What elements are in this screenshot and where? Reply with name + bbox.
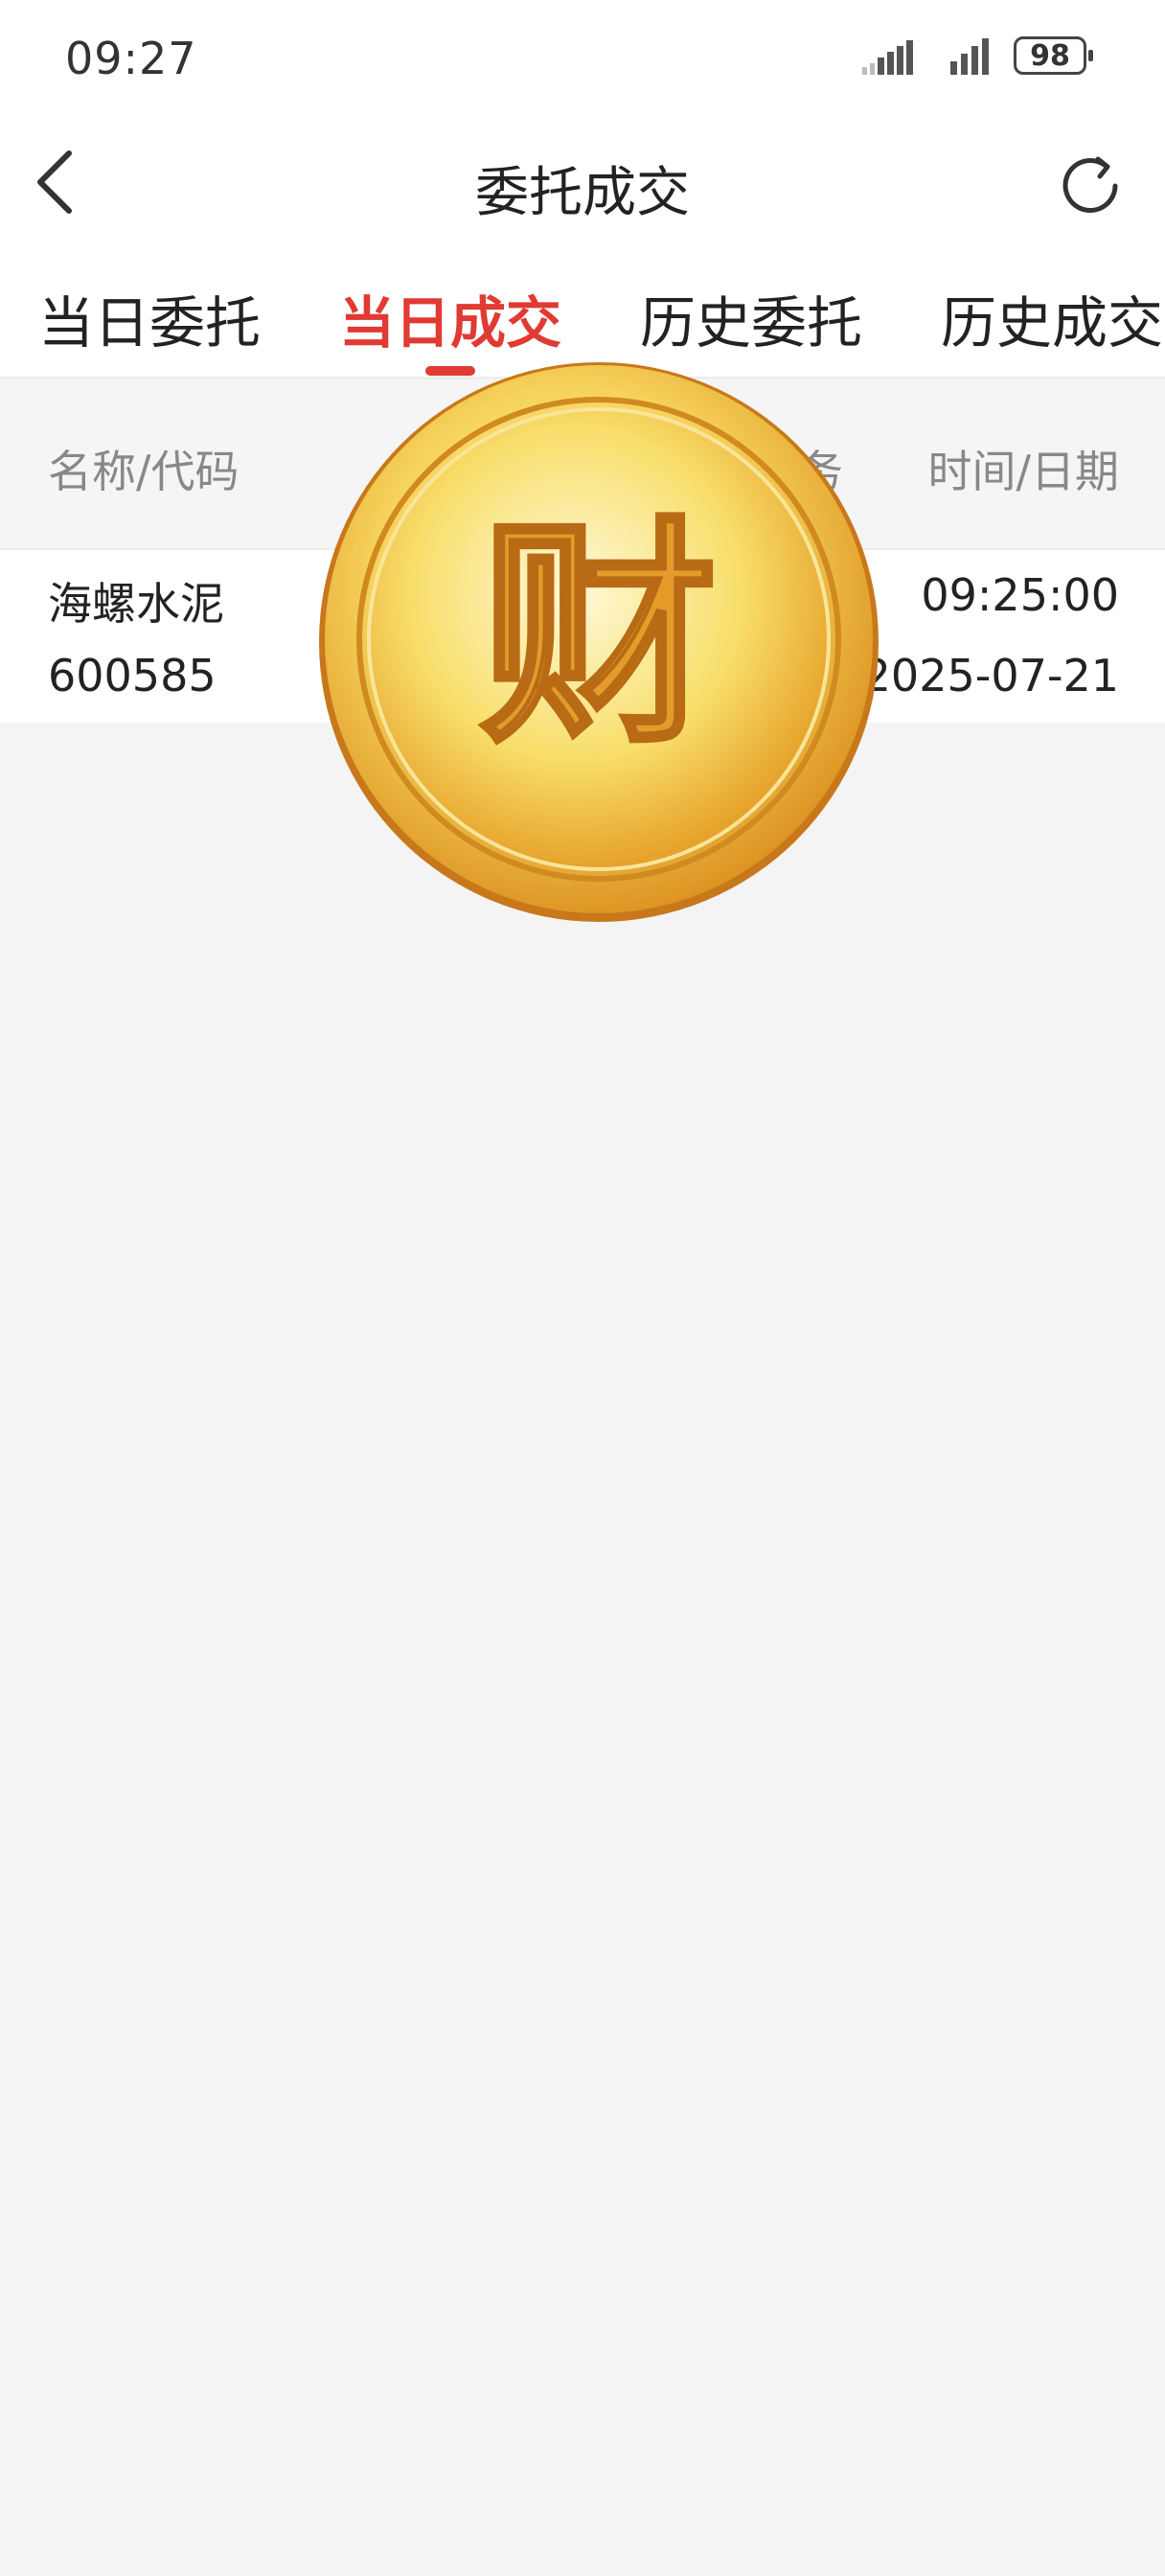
trade-time: 09:25:00: [921, 569, 1119, 621]
trade-date: 2025-07-21: [862, 650, 1119, 702]
signal-icon: [862, 40, 913, 75]
tab-history-trades[interactable]: 历史成交: [941, 278, 1163, 358]
tab-today-trades[interactable]: 当日成交: [339, 278, 561, 358]
header-name-code: 名称/代码: [48, 446, 240, 497]
battery-tip: [1088, 50, 1093, 61]
tab-history-orders[interactable]: 历史委托: [640, 278, 862, 358]
tab-today-orders[interactable]: 当日委托: [38, 278, 261, 358]
header-time-date: 时间/日期: [927, 446, 1120, 497]
refresh-icon[interactable]: [1054, 150, 1127, 222]
page-title: 委托成交: [475, 162, 690, 224]
gold-coin-badge[interactable]: 财: [316, 359, 881, 925]
coin-glyph: 财: [479, 496, 719, 775]
battery-level: 98: [1030, 38, 1070, 73]
tab-bar: 当日委托 当日成交 历史委托 历史成交: [0, 278, 1165, 358]
stock-code: 600585: [48, 650, 217, 702]
status-time: 09:27: [65, 33, 197, 84]
stock-name: 海螺水泥: [48, 578, 224, 630]
battery-icon: 98: [1014, 36, 1086, 75]
signal-icon: [950, 38, 989, 75]
